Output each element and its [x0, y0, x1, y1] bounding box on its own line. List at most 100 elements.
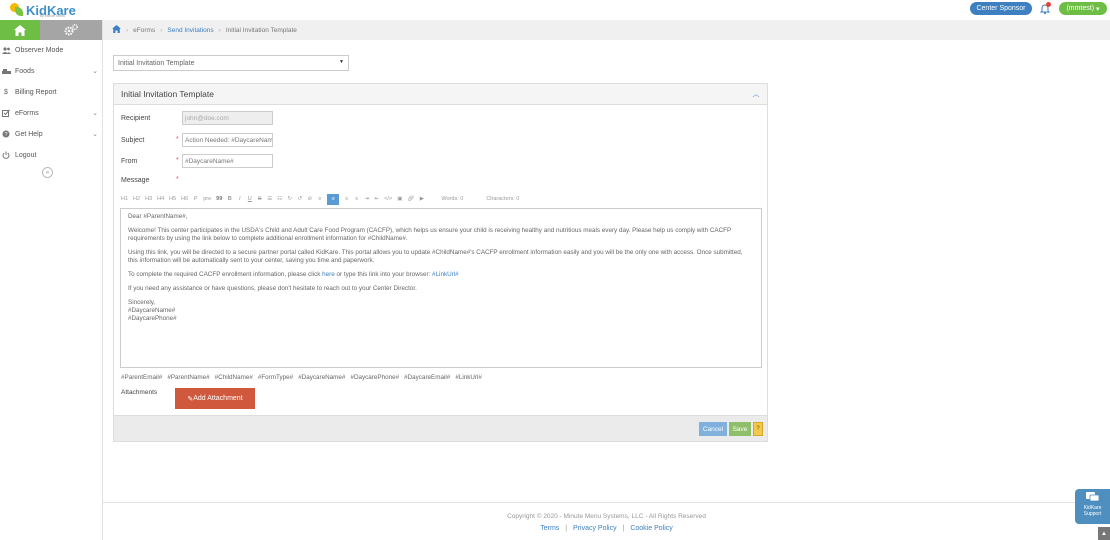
- kidkare-logo[interactable]: KidKare by Minute Menu: [10, 1, 76, 19]
- from-field[interactable]: #DaycareName#: [182, 154, 273, 168]
- cookie-policy-link[interactable]: Cookie Policy: [630, 525, 672, 532]
- sidebar-item-observer-mode[interactable]: Observer Mode: [0, 43, 103, 57]
- word-count: Words: 0: [441, 196, 464, 202]
- invitation-template-panel: Initial Invitation Template ︿ Recipient …: [113, 83, 768, 442]
- svg-text:?: ?: [4, 132, 7, 138]
- h2-button[interactable]: H2: [133, 196, 140, 202]
- message-label: Message: [121, 177, 150, 184]
- logo-icon: [10, 3, 24, 17]
- breadcrumb-send-invitations[interactable]: Send Invitations: [167, 27, 213, 34]
- outdent-icon[interactable]: ⇤: [374, 196, 379, 202]
- sidebar: Observer Mode Foods ⌄ $ Billing Report e…: [0, 20, 103, 540]
- h1-button[interactable]: H1: [121, 196, 128, 202]
- user-menu-button[interactable]: (mmtest) ▾: [1059, 2, 1107, 15]
- token[interactable]: #LinkUrl#: [455, 374, 482, 381]
- sidebar-item-get-help[interactable]: ? Get Help ⌄: [0, 127, 103, 141]
- token[interactable]: #DaycareEmail#: [404, 374, 450, 381]
- indent-icon[interactable]: ⇥: [364, 196, 369, 202]
- align-right-icon[interactable]: ≡: [344, 196, 349, 202]
- message-editor[interactable]: Dear #ParentName#, Welcome! This center …: [120, 208, 762, 368]
- sidebar-item-eforms[interactable]: eForms ⌄: [0, 106, 103, 120]
- template-select-value: Initial Invitation Template: [118, 59, 195, 67]
- sidebar-item-logout[interactable]: Logout: [0, 148, 103, 162]
- settings-tab[interactable]: [40, 20, 102, 40]
- notification-bell-icon[interactable]: [1039, 2, 1051, 15]
- h4-button[interactable]: H4: [157, 196, 164, 202]
- chevron-up-icon[interactable]: ︿: [749, 87, 763, 101]
- redo-icon[interactable]: ↻: [287, 196, 292, 202]
- breadcrumb: › eForms › Send Invitations › Initial In…: [103, 20, 1110, 40]
- panel-header: Initial Invitation Template ︿: [114, 84, 767, 105]
- dropdown-arrow-icon: ▼: [339, 59, 344, 65]
- help-icon[interactable]: ?: [753, 422, 763, 436]
- bullet-list-icon[interactable]: ☰: [267, 196, 272, 202]
- panel-title: Initial Invitation Template: [121, 89, 214, 99]
- link-url-token[interactable]: #LinkUrl#: [432, 271, 459, 278]
- token[interactable]: #ParentName#: [167, 374, 209, 381]
- home-icon[interactable]: [112, 25, 121, 35]
- character-count: Characters: 0: [486, 196, 520, 202]
- cancel-button[interactable]: Cancel: [699, 422, 727, 436]
- subject-label: Subject: [121, 137, 145, 144]
- privacy-policy-link[interactable]: Privacy Policy: [573, 525, 617, 532]
- sidebar-item-billing-report[interactable]: $ Billing Report: [0, 85, 103, 99]
- link-icon[interactable]: 🔗︎: [407, 196, 414, 202]
- undo-icon[interactable]: ↺: [297, 196, 302, 202]
- h5-button[interactable]: H5: [169, 196, 176, 202]
- notification-badge: [1046, 2, 1051, 7]
- here-link[interactable]: here: [322, 271, 335, 278]
- breadcrumb-separator: ›: [218, 26, 221, 34]
- sidebar-item-foods[interactable]: Foods ⌄: [0, 64, 103, 78]
- save-button[interactable]: Save: [729, 422, 751, 436]
- logo-subtitle: by Minute Menu: [40, 14, 65, 18]
- from-label: From: [121, 158, 138, 165]
- clear-format-icon[interactable]: ⊘: [307, 196, 312, 202]
- terms-link[interactable]: Terms: [540, 525, 559, 532]
- token[interactable]: #DaycarePhone#: [350, 374, 399, 381]
- power-icon: [1, 151, 11, 159]
- code-icon[interactable]: </>: [384, 196, 392, 202]
- quote-button[interactable]: 99: [216, 196, 222, 202]
- paragraph-button[interactable]: P: [193, 196, 198, 202]
- food-icon: [1, 68, 11, 75]
- page-footer: Copyright © 2020 - Minute Menu Systems, …: [103, 502, 1110, 540]
- underline-button[interactable]: U: [247, 196, 252, 202]
- editor-signature-phone: #DaycarePhone#: [128, 315, 177, 322]
- bold-button[interactable]: B: [227, 196, 232, 202]
- token[interactable]: #ParentEmail#: [121, 374, 162, 381]
- editor-paragraph: If you need any assistance or have quest…: [128, 285, 417, 292]
- h6-button[interactable]: H6: [181, 196, 188, 202]
- justify-icon[interactable]: ≡: [354, 196, 359, 202]
- breadcrumb-separator: ›: [160, 26, 163, 34]
- h3-button[interactable]: H3: [145, 196, 152, 202]
- video-icon[interactable]: ▶: [419, 196, 424, 202]
- pre-button[interactable]: pre: [203, 196, 211, 202]
- numbered-list-icon[interactable]: ☷: [277, 196, 282, 202]
- subject-field[interactable]: Action Needed: #DaycareName#: [182, 133, 273, 147]
- required-marker: *: [176, 176, 179, 183]
- kidkare-support-widget[interactable]: KidKare Support: [1075, 489, 1110, 524]
- align-left-icon[interactable]: ≡: [317, 196, 322, 202]
- token[interactable]: #DaycareName#: [298, 374, 345, 381]
- token[interactable]: #ChildName#: [215, 374, 253, 381]
- collapse-sidebar-icon[interactable]: «: [42, 167, 53, 178]
- add-attachment-button[interactable]: ✎ Add Attachment: [175, 388, 255, 409]
- image-icon[interactable]: ▣: [397, 196, 402, 202]
- breadcrumb-eforms[interactable]: eForms: [133, 27, 155, 34]
- home-tab[interactable]: [0, 20, 40, 40]
- placeholder-tokens: #ParentEmail# #ParentName# #ChildName# #…: [121, 374, 487, 381]
- align-center-icon[interactable]: ≡: [327, 193, 340, 205]
- breadcrumb-current: Initial Invitation Template: [225, 26, 297, 34]
- chevron-down-icon: ▾: [1096, 5, 1100, 13]
- recipient-label: Recipient: [121, 115, 151, 122]
- italic-button[interactable]: I: [237, 196, 242, 202]
- users-icon: [1, 46, 11, 54]
- token[interactable]: #FormType#: [258, 374, 293, 381]
- home-icon: [14, 24, 26, 36]
- scroll-to-top-icon[interactable]: ▲: [1098, 527, 1110, 540]
- center-sponsor-button[interactable]: Center Sponsor: [970, 2, 1032, 15]
- template-select[interactable]: Initial Invitation Template ▼: [113, 55, 349, 71]
- strikethrough-button[interactable]: S: [257, 196, 262, 202]
- editor-paragraph: To complete the required CACFP enrollmen…: [128, 271, 459, 278]
- copyright-text: Copyright © 2020 - Minute Menu Systems, …: [507, 513, 706, 520]
